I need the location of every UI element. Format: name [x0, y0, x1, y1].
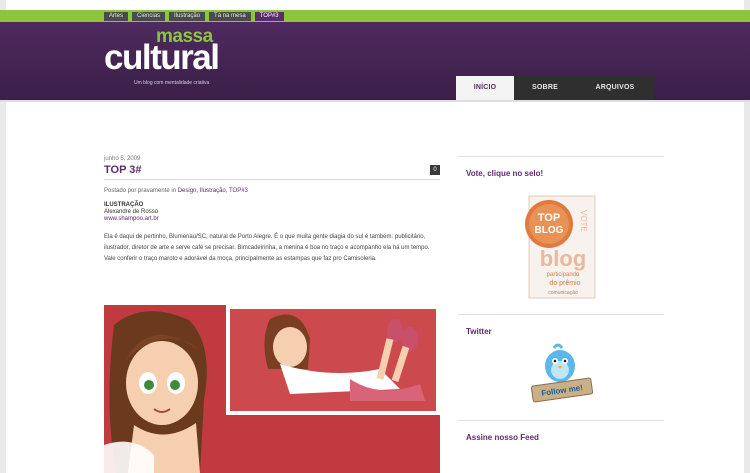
widget-divider: [458, 314, 664, 315]
nav-inicio[interactable]: INÍCIO: [456, 76, 514, 100]
vote-widget-title: Vote, clique no selo!: [466, 169, 544, 178]
topnav-item-ilustracao[interactable]: Ilustração: [169, 12, 206, 21]
post-title[interactable]: TOP 3#: [104, 164, 440, 176]
comment-count-badge[interactable]: 0: [430, 165, 440, 175]
main-nav: INÍCIO SOBRE ARQUIVOS: [456, 76, 654, 100]
badge-blog-text: BLOG: [535, 225, 564, 236]
illustration-inset-frame: [226, 305, 440, 415]
post-meta: Postado por pravamente in Design, Ilustr…: [104, 188, 440, 194]
topnav-item-ciencias[interactable]: Ciencias: [132, 12, 166, 21]
post-illustration: [104, 305, 440, 473]
twitter-follow-button[interactable]: Follow me!: [524, 342, 598, 406]
nav-sobre[interactable]: SOBRE: [514, 76, 576, 100]
topnav-item-ta-na-mesa[interactable]: Tá na mesa: [209, 12, 251, 21]
vote-widget: Vote, clique no selo! TOP BLOG VOTE blog…: [458, 156, 664, 300]
topblog-badge-icon: TOP BLOG VOTE blog participando do prêmi…: [525, 195, 596, 299]
illustration-girl-lying: [264, 314, 425, 401]
sidebar: Vote, clique no selo! TOP BLOG VOTE blog…: [458, 156, 664, 442]
illustration-inset-background: [230, 309, 436, 411]
badge-big-blog: blog: [540, 246, 586, 271]
post-section-heading: ILUSTRAÇÃO: [104, 202, 144, 208]
twitter-widget: Twitter Follow me!: [458, 314, 664, 406]
post-author-link[interactable]: www.shampoo.art.br: [104, 216, 440, 222]
nav-arquivos[interactable]: ARQUIVOS: [576, 76, 654, 100]
badge-top-text: TOP: [538, 212, 560, 224]
badge-line1: participando: [547, 272, 580, 278]
twitter-bird-icon: Follow me!: [530, 343, 594, 403]
logo-tagline: Um blog com mentalidade criativa: [134, 80, 210, 86]
topblog-badge[interactable]: TOP BLOG VOTE blog participando do prêmi…: [523, 190, 599, 300]
post: junho 5, 2009 TOP 3# 0 Postado por prava…: [104, 156, 440, 265]
topnav-item-artes[interactable]: Artes: [104, 12, 129, 21]
site-logo[interactable]: massa cultural Um blog com mentalidade c…: [104, 26, 244, 90]
feed-widget: Assine nosso Feed: [458, 420, 664, 442]
badge-vote-text: VOTE: [579, 210, 588, 232]
twitter-widget-title: Twitter: [466, 327, 492, 336]
feed-widget-title: Assine nosso Feed: [466, 433, 539, 442]
post-author: Alexandre de Rosso: [104, 209, 159, 215]
logo-cultural: cultural: [104, 38, 220, 77]
topnav-item-top3[interactable]: TOP#3: [254, 12, 284, 21]
post-category-links[interactable]: Design, Ilustração, TOP#3: [178, 188, 248, 194]
post-meta-prefix: Postado por pravamente in: [104, 188, 178, 194]
illustration-girl-portrait: [104, 305, 226, 473]
post-date: junho 5, 2009: [104, 156, 141, 162]
widget-divider: [458, 420, 664, 421]
post-body-text: Ela é daqui de pertinho, Blumenau/SC, na…: [104, 234, 430, 262]
badge-footer: comunicação: [548, 290, 578, 296]
post-title-row: TOP 3# 0: [104, 164, 440, 180]
badge-line2: do prêmio: [549, 280, 580, 287]
widget-divider: [458, 156, 664, 157]
top-category-nav: Artes Ciencias Ilustração Tá na mesa TOP…: [104, 12, 284, 21]
